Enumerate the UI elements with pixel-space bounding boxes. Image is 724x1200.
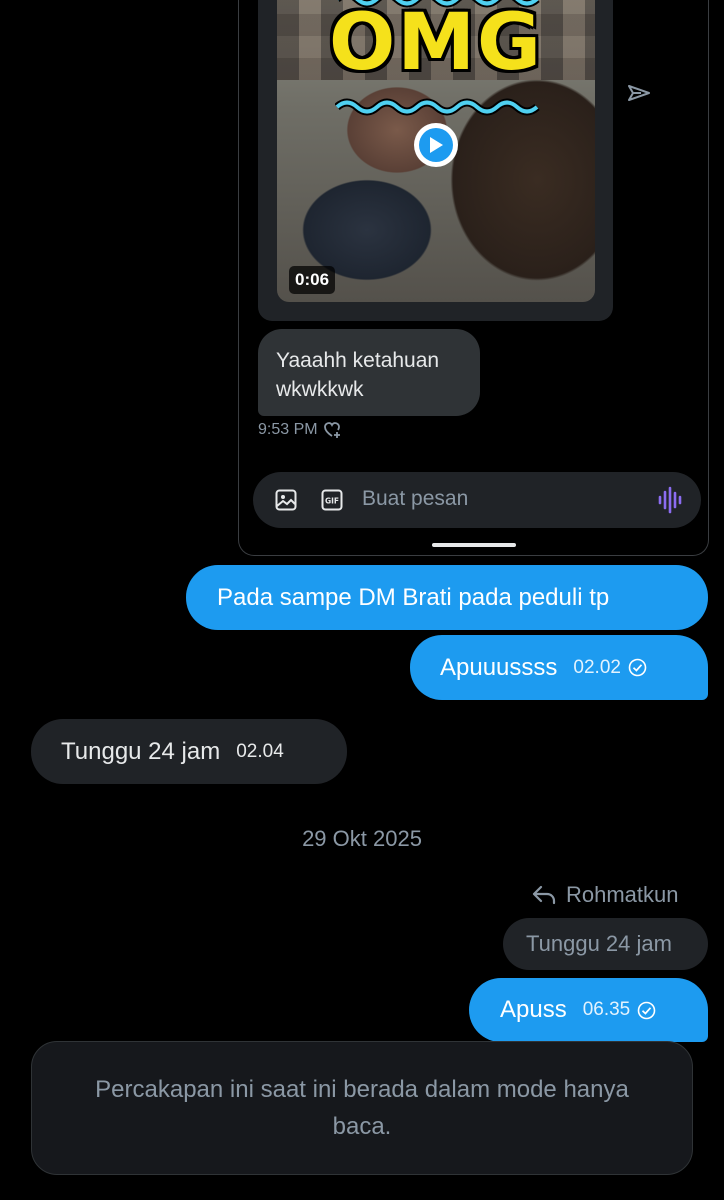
- gif-label: GIF: [325, 497, 339, 506]
- forward-icon[interactable]: [627, 82, 651, 104]
- sent-message-bubble[interactable]: Pada sampe DM Brati pada peduli tp: [186, 565, 708, 630]
- reply-icon: [532, 885, 556, 905]
- quoted-message[interactable]: Tunggu 24 jam: [503, 918, 708, 970]
- read-check-icon: [637, 1001, 656, 1019]
- play-icon: [430, 137, 443, 153]
- video-message-card: OMG 0:06: [258, 0, 613, 321]
- message-time: 02.02: [573, 656, 621, 678]
- video-overlay-text: OMG: [329, 0, 543, 88]
- date-separator: 29 Okt 2025: [302, 826, 422, 851]
- message-meta: 02.02: [573, 657, 647, 679]
- message-text: Pada sampe DM Brati pada peduli tp: [217, 583, 610, 611]
- play-button[interactable]: [414, 123, 458, 167]
- voice-icon[interactable]: [658, 486, 682, 514]
- received-message-bubble[interactable]: Tunggu 24 jam 02.04: [31, 719, 347, 784]
- squiggle-decoration: [335, 98, 540, 116]
- message-time: 06.35: [582, 999, 631, 1020]
- message-meta: 06.35: [583, 999, 657, 1021]
- message-composer[interactable]: GIF Buat pesan: [253, 472, 701, 528]
- gif-icon[interactable]: GIF: [321, 489, 343, 511]
- message-time: 9:53 PM: [258, 421, 318, 438]
- video-duration: 0:06: [289, 266, 336, 294]
- readonly-notice: Percakapan ini saat ini berada dalam mod…: [31, 1041, 693, 1175]
- sent-message-bubble[interactable]: Apuss 06.35: [469, 978, 708, 1042]
- read-check-icon: [628, 658, 647, 677]
- reply-username: Rohmatkun: [566, 882, 679, 907]
- reply-context: Rohmatkun: [532, 882, 679, 908]
- sent-message-bubble[interactable]: Apuuussss 02.02: [410, 635, 708, 700]
- composer-placeholder[interactable]: Buat pesan: [362, 487, 468, 511]
- message-meta: 9:53 PM: [258, 421, 342, 439]
- message-text: Apuss: [500, 996, 567, 1023]
- video-thumbnail[interactable]: OMG 0:06: [277, 0, 595, 302]
- message-text: Tunggu 24 jam: [61, 737, 221, 765]
- message-time: 02.04: [236, 740, 284, 762]
- react-heart-icon[interactable]: [323, 422, 342, 438]
- image-icon[interactable]: [275, 489, 297, 511]
- home-indicator: [432, 543, 516, 547]
- message-text: Apuuussss: [440, 653, 558, 681]
- received-message-bubble: Yaaahh ketahuan wkwkkwk: [258, 329, 480, 416]
- embedded-screenshot[interactable]: OMG 0:06 Yaaahh ketahuan wkwkkwk 9:53 PM: [238, 0, 709, 556]
